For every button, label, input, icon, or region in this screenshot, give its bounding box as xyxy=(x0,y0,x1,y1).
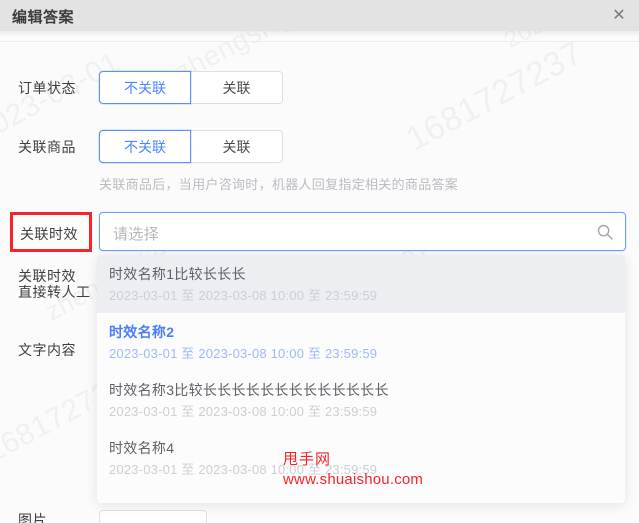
radio-group-linked-product[interactable]: 不关联 关联 xyxy=(99,130,283,163)
radio-linked-product-linked[interactable]: 关联 xyxy=(191,130,283,163)
dropdown-option-subtitle: 2023-03-01 至 2023-03-08 10:00 至 23:59:59 xyxy=(109,288,378,303)
dropdown-option-subtitle: 2023-03-01 至 2023-03-08 10:00 至 23:59:59 xyxy=(109,462,378,477)
dropdown-option[interactable]: 时效名称3比较长长长长长长长长长长长长长 2023-03-01 至 2023-0… xyxy=(97,371,625,429)
edit-answer-dialog: 2023-03-01 zhengshijie 1681727237 zhengs… xyxy=(0,0,639,523)
dropdown-option-subtitle: 2023-03-01 至 2023-03-08 10:00 至 23:59:59 xyxy=(109,346,378,361)
dropdown-option-subtitle: 2023-03-01 至 2023-03-08 10:00 至 23:59:59 xyxy=(109,404,378,419)
field-label-order-status: 订单状态 xyxy=(18,80,76,96)
field-label-text-content: 文字内容 xyxy=(18,342,76,358)
field-label-image: 图片 xyxy=(18,512,47,523)
dropdown-option[interactable]: 时效名称4 2023-03-01 至 2023-03-08 10:00 至 23… xyxy=(97,429,625,487)
linked-validity-dropdown[interactable]: 时效名称1比较长长长 2023-03-01 至 2023-03-08 10:00… xyxy=(97,255,625,503)
field-label-transfer-to-agent: 直接转人工 xyxy=(18,284,91,300)
search-icon[interactable] xyxy=(596,223,614,241)
dropdown-option-title: 时效名称1比较长长长 xyxy=(109,266,246,282)
image-field-input[interactable] xyxy=(99,510,207,523)
dialog-titlebar: 编辑答案 ✕ xyxy=(0,0,639,31)
radio-linked-product-unlinked[interactable]: 不关联 xyxy=(99,130,191,163)
close-icon[interactable]: ✕ xyxy=(607,4,631,28)
dropdown-option-title: 时效名称2 xyxy=(109,324,175,340)
page-title: 编辑答案 xyxy=(12,9,75,26)
dropdown-option[interactable]: 时效名称2 2023-03-01 至 2023-03-08 10:00 至 23… xyxy=(97,313,625,371)
helper-text-linked-product: 关联商品后，当用户咨询时，机器人回复指定相关的商品答案 xyxy=(99,177,459,192)
dropdown-option[interactable]: 时效名称1比较长长长 2023-03-01 至 2023-03-08 10:00… xyxy=(97,255,625,313)
field-label-linked-validity-highlighted: 关联时效 xyxy=(20,226,78,242)
field-label-linked-product: 关联商品 xyxy=(18,139,76,155)
dropdown-option-title: 时效名称3比较长长长长长长长长长长长长长 xyxy=(109,382,389,398)
titlebar-shadow xyxy=(0,31,639,37)
radio-order-status-unlinked[interactable]: 不关联 xyxy=(99,71,191,104)
select-placeholder: 请选择 xyxy=(113,226,160,243)
radio-group-order-status[interactable]: 不关联 关联 xyxy=(99,71,283,104)
radio-order-status-linked[interactable]: 关联 xyxy=(191,71,283,104)
linked-validity-select[interactable]: 请选择 xyxy=(99,212,626,251)
dropdown-option-title: 时效名称4 xyxy=(109,440,175,456)
